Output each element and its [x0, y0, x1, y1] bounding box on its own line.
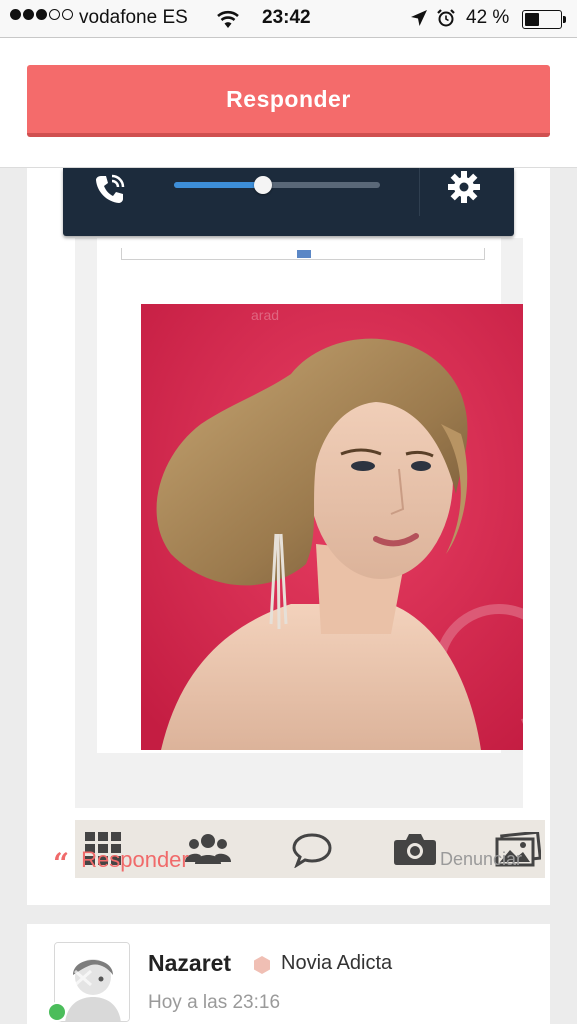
- signal-dot: [49, 9, 60, 20]
- signal-dot: [36, 9, 47, 20]
- header-area: Responder: [0, 38, 577, 168]
- location-arrow-icon: [410, 9, 428, 33]
- divider: [419, 168, 420, 216]
- post-timestamp: Hoy a las 23:16: [148, 992, 281, 1013]
- battery-icon: [522, 10, 566, 29]
- signal-strength-icon: [10, 9, 73, 20]
- volume-slider-fill: [174, 182, 263, 188]
- status-bar: vodafone ES 23:42 42 %: [0, 0, 577, 38]
- gear-icon[interactable]: [447, 170, 481, 209]
- signal-dot: [62, 9, 73, 20]
- signal-dot: [23, 9, 34, 20]
- battery-fill: [525, 13, 539, 26]
- embedded-header-strip: [121, 248, 485, 260]
- volume-slider[interactable]: [174, 176, 380, 194]
- reply-button[interactable]: Responder: [27, 65, 550, 137]
- embedded-thumbnail: [297, 250, 311, 258]
- volume-slider-knob[interactable]: [253, 176, 272, 194]
- embedded-page-content: arad: [97, 238, 523, 753]
- carrier-name: vodafone ES: [79, 7, 188, 28]
- camera-icon[interactable]: [393, 832, 437, 871]
- author-name[interactable]: Nazaret: [148, 950, 231, 977]
- post-card: arad “ Responder Denunciar: [27, 168, 550, 905]
- report-link[interactable]: Denunciar: [440, 849, 522, 870]
- rank-badge-icon: [253, 955, 271, 980]
- quote-icon: “: [53, 847, 70, 880]
- svg-text:arad: arad: [251, 307, 279, 323]
- embedded-page: arad: [75, 238, 545, 878]
- alarm-clock-icon: [436, 8, 456, 34]
- next-post-card: Nazaret Novia Adicta Hoy a las 23:16: [27, 924, 550, 1024]
- signal-dot: [10, 9, 21, 20]
- author-rank: Novia Adicta: [281, 952, 393, 974]
- media-player-bar: [63, 168, 514, 236]
- portrait-photo[interactable]: arad: [141, 304, 523, 750]
- status-time: 23:42: [262, 7, 311, 28]
- speech-bubble-icon[interactable]: [291, 832, 333, 873]
- reply-link[interactable]: “ Responder: [53, 846, 189, 878]
- wifi-icon: [216, 9, 240, 35]
- online-status-dot: [47, 1002, 67, 1022]
- battery-percent: 42 %: [466, 7, 510, 28]
- reply-link-label: Responder: [81, 847, 189, 872]
- phone-volume-icon[interactable]: [93, 172, 127, 211]
- group-icon[interactable]: [185, 832, 231, 871]
